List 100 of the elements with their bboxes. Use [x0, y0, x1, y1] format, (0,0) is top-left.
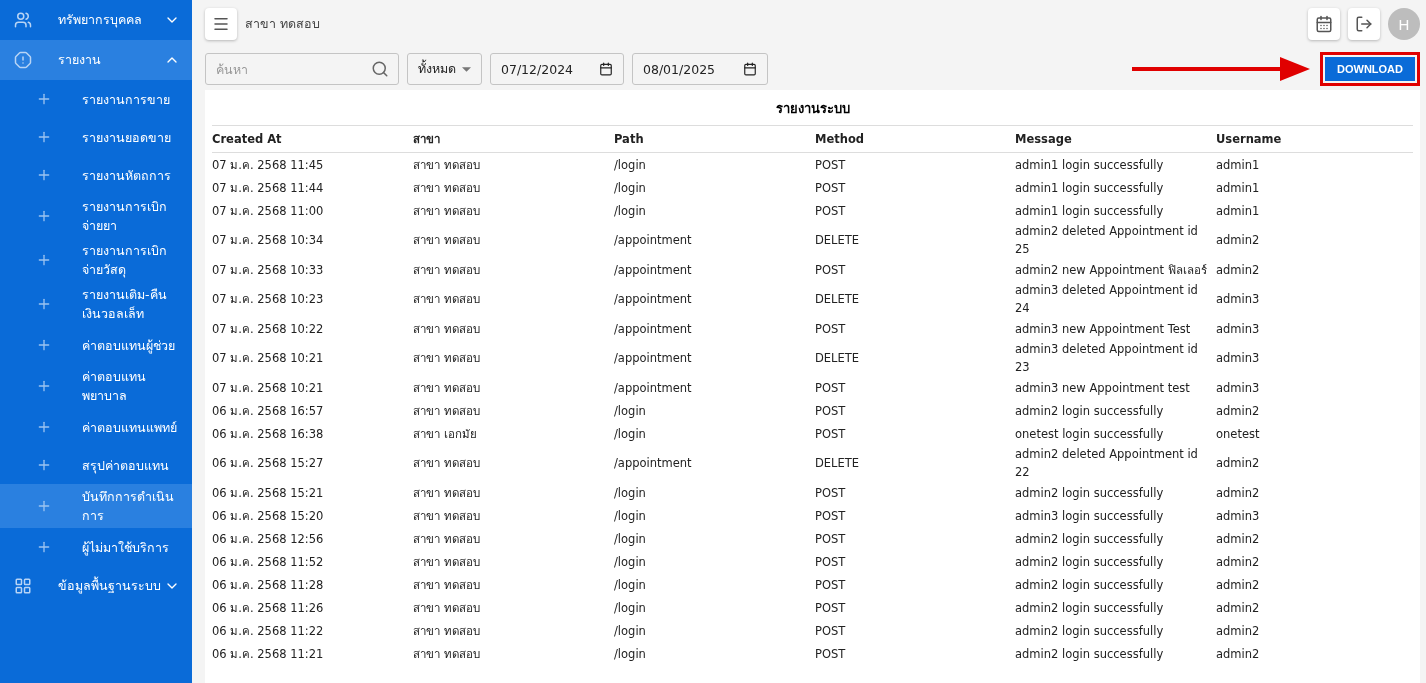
sidebar-subitem[interactable]: รายงานการเบิกจ่ายยา [0, 194, 192, 238]
table-cell-text: สาขา ทดสอบ [413, 320, 481, 338]
dropdown-caret-icon [462, 66, 471, 72]
table-cell-text: /login [614, 507, 647, 525]
plus-icon [36, 539, 52, 555]
table-cell-text: สาขา ทดสอบ [413, 622, 481, 640]
people-icon [14, 11, 32, 29]
table-cell-text: 06 ม.ค. 2568 16:57 [212, 402, 325, 420]
plus-icon [36, 252, 52, 268]
table-cell-text: POST [815, 645, 847, 663]
table-cell-text: admin2 [1216, 261, 1261, 279]
table-cell-text: /login [614, 645, 647, 663]
table-cell-text: admin2 login successfully [1015, 599, 1165, 617]
sidebar-subitem[interactable]: รายงานการเบิกจ่ายวัสดุ [0, 238, 192, 282]
sidebar-subitem[interactable]: ค่าตอบแทนผู้ช่วย [0, 326, 192, 364]
table-cell-text: สาขา ทดสอบ [413, 402, 481, 420]
date-field[interactable]: 07/12/2024 [490, 53, 624, 85]
sidebar-item[interactable]: ข้อมูลพื้นฐานระบบ [0, 566, 192, 606]
calendar-icon [1315, 15, 1333, 33]
menu-button[interactable] [205, 8, 237, 40]
table-cell-text: POST [815, 202, 847, 220]
table-cell-text: POST [815, 484, 847, 502]
table-cell-text: admin1 login successfully [1015, 202, 1165, 220]
search-field[interactable]: ค้นหา [205, 53, 399, 85]
table-cell-text: /login [614, 599, 647, 617]
table-cell-text: สาขา ทดสอบ [413, 232, 481, 249]
table-cell-text: 07 ม.ค. 2568 10:34 [212, 232, 325, 249]
sidebar-subitem[interactable]: บันทึกการดำเนินการ [0, 484, 192, 528]
table-cell-text: 06 ม.ค. 2568 16:38 [212, 425, 325, 443]
table-cell-text: 07 ม.ค. 2568 10:21 [212, 350, 325, 367]
table-cell-text: admin2 login successfully [1015, 530, 1165, 548]
table-cell-text: POST [815, 507, 847, 525]
column-header: Path [614, 131, 645, 148]
column-header: Username [1216, 131, 1283, 148]
table-cell-text: admin1 [1216, 179, 1261, 197]
sidebar-subitem[interactable]: ค่าตอบแทนพยาบาล [0, 364, 192, 408]
sidebar-subitem[interactable]: รายงานยอดขาย [0, 118, 192, 156]
table-cell-text: /login [614, 622, 647, 640]
sidebar-subitem[interactable]: รายงานเติม-คืนเงินวอลเล็ท [0, 282, 192, 326]
table-cell-text: สาขา ทดสอบ [413, 156, 481, 174]
sidebar-subitem[interactable]: ค่าตอบแทนแพทย์ [0, 408, 192, 446]
table-cell-text: 06 ม.ค. 2568 12:56 [212, 530, 325, 548]
sidebar-subitem[interactable]: รายงานการขาย [0, 80, 192, 118]
table-cell-text: 06 ม.ค. 2568 15:20 [212, 507, 325, 525]
table-cell-text: สาขา ทดสอบ [413, 507, 481, 525]
table-cell-text: DELETE [815, 455, 861, 472]
table-cell-text: POST [815, 622, 847, 640]
plus-icon [36, 457, 52, 473]
plus-icon [36, 91, 52, 107]
alert-icon [14, 51, 32, 69]
table-cell-text: 07 ม.ค. 2568 11:45 [212, 156, 325, 174]
table-cell-text: สาขา ทดสอบ [413, 261, 481, 279]
column-header: สาขา [413, 131, 441, 148]
table-cell-text: 07 ม.ค. 2568 10:21 [212, 379, 325, 397]
table-cell-text: 07 ม.ค. 2568 11:44 [212, 179, 325, 197]
table-cell-text: /appointment [614, 291, 693, 308]
table-cell-text: POST [815, 576, 847, 594]
report-title: รายงานระบบ [212, 90, 1413, 126]
table-cell-text: 07 ม.ค. 2568 10:33 [212, 261, 325, 279]
table-cell-text: admin2 [1216, 530, 1261, 548]
table-cell-text: admin3 new Appointment Test [1015, 320, 1192, 338]
column-header: Message [1015, 131, 1073, 148]
branch-select[interactable]: ทั้งหมด [407, 53, 482, 85]
table-cell-text: admin2 login successfully [1015, 622, 1165, 640]
table-cell-text: /login [614, 576, 647, 594]
sidebar-subitem[interactable]: สรุปค่าตอบแทน [0, 446, 192, 484]
table-cell-text: admin2 [1216, 402, 1261, 420]
branch-name: สาขา ทดสอบ [245, 15, 321, 33]
table-cell-text: /appointment [614, 232, 693, 249]
table-cell-text: 06 ม.ค. 2568 11:28 [212, 576, 325, 594]
sidebar-subitem[interactable]: รายงานหัตถการ [0, 156, 192, 194]
table-cell-text: admin2 [1216, 553, 1261, 571]
table-cell-text: สาขา เอกมัย [413, 425, 478, 443]
table-cell-text: 07 ม.ค. 2568 11:00 [212, 202, 325, 220]
table-cell-text: POST [815, 553, 847, 571]
table-cell-text: /login [614, 553, 647, 571]
table-cell-text: POST [815, 425, 847, 443]
table-cell-text: admin2 new Appointment ฟิลเลอร์ [1015, 261, 1208, 279]
table-cell-text: admin2 [1216, 576, 1261, 594]
table-cell-text: admin1 [1216, 202, 1261, 220]
date-field[interactable]: 08/01/2025 [632, 53, 768, 85]
column-header: Method [815, 131, 866, 148]
calendar-button[interactable] [1308, 8, 1340, 40]
plus-icon [36, 296, 52, 312]
plus-icon [36, 129, 52, 145]
table-cell-text: 07 ม.ค. 2568 10:22 [212, 320, 325, 338]
table-cell-text: POST [815, 179, 847, 197]
plus-icon [36, 419, 52, 435]
download-button[interactable]: DOWNLOAD [1325, 57, 1415, 81]
table-cell-text: /login [614, 156, 647, 174]
table-cell-text: admin2 [1216, 232, 1261, 249]
table-cell-text: /appointment [614, 320, 693, 338]
sidebar-item[interactable]: ทรัพยากรบุคคล [0, 0, 192, 40]
logout-button[interactable] [1348, 8, 1380, 40]
sidebar-subitem[interactable]: ผู้ไม่มาใช้บริการ [0, 528, 192, 566]
table-cell-text: สาขา ทดสอบ [413, 530, 481, 548]
table-cell-text: admin3 [1216, 350, 1261, 367]
plus-icon [36, 498, 52, 514]
sidebar-item[interactable]: รายงาน [0, 40, 192, 80]
table-cell-text: 06 ม.ค. 2568 11:52 [212, 553, 325, 571]
